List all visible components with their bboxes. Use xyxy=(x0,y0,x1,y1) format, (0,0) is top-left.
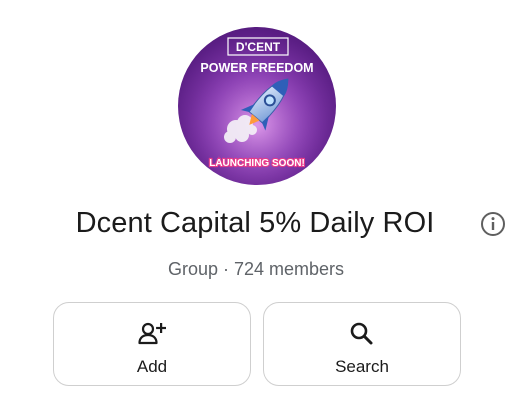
group-meta: Group · 724 members xyxy=(167,259,345,279)
info-icon xyxy=(481,212,505,236)
avatar-banner: LAUNCHING SOON! xyxy=(209,158,305,169)
search-icon xyxy=(348,321,376,347)
avatar-logo-text: D'CENT xyxy=(236,40,281,54)
group-name: Dcent Capital 5% Daily ROI xyxy=(75,207,435,239)
search-button[interactable]: Search xyxy=(263,302,461,386)
avatar-headline: POWER FREEDOM xyxy=(200,61,313,75)
add-button-label: Add xyxy=(136,357,168,376)
info-button[interactable] xyxy=(480,211,506,237)
add-button[interactable]: Add xyxy=(53,302,251,386)
group-avatar[interactable]: D'CENT POWER FREEDOM LAUNCHING SOON! xyxy=(178,27,336,185)
add-person-icon xyxy=(138,321,167,347)
group-avatar-image: D'CENT POWER FREEDOM LAUNCHING SOON! xyxy=(178,27,336,185)
group-info-page: D'CENT POWER FREEDOM LAUNCHING SOON! Dce… xyxy=(0,0,528,412)
search-button-label: Search xyxy=(335,357,389,376)
